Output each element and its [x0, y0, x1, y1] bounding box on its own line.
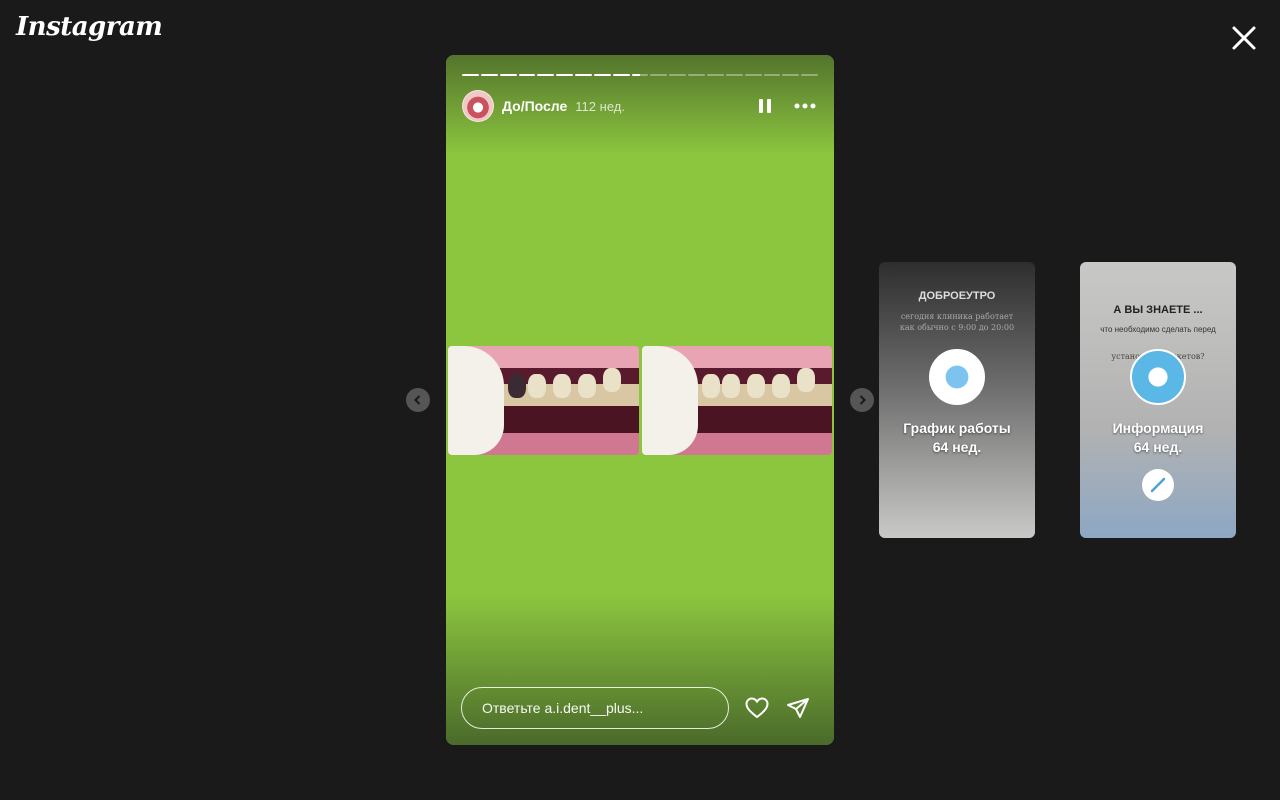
story-time: 112 нед.: [575, 98, 625, 114]
progress-segment: [801, 74, 819, 76]
chevron-left-icon[interactable]: [406, 388, 430, 412]
story-progress: [462, 74, 819, 76]
avatar: [1130, 349, 1186, 405]
story-viewer[interactable]: До/После 112 нед.: [446, 55, 834, 745]
progress-segment: [537, 74, 555, 76]
preview-bg-text: ДОБРОЕУТРО: [918, 290, 996, 302]
progress-segment: [782, 74, 800, 76]
story-footer: [461, 686, 819, 730]
progress-segment: [462, 74, 479, 76]
reply-input[interactable]: [461, 687, 729, 729]
pause-icon[interactable]: [752, 93, 778, 119]
progress-segment: [480, 74, 498, 76]
preview-name: График работы: [903, 420, 1011, 436]
story-header: До/После 112 нед.: [462, 90, 818, 122]
avatar[interactable]: [462, 90, 494, 122]
preview-time: 64 нед.: [1133, 439, 1183, 455]
heart-icon[interactable]: [744, 695, 770, 721]
after-photo: [641, 346, 832, 455]
preview-bg-text: А ВЫ ЗНАЕТЕ ...: [1113, 304, 1203, 316]
progress-segment: [669, 74, 687, 76]
send-icon[interactable]: [785, 695, 811, 721]
story-title[interactable]: До/После: [502, 98, 567, 114]
more-icon[interactable]: [792, 93, 818, 119]
preview-time: 64 нед.: [932, 439, 982, 455]
story-preview-info[interactable]: А ВЫ ЗНАЕТЕ ... что необходимо сделать п…: [1080, 262, 1236, 538]
progress-segment: [499, 74, 517, 76]
avatar: [929, 349, 985, 405]
progress-segment: [631, 74, 649, 76]
story-image: [448, 346, 832, 455]
progress-segment: [612, 74, 630, 76]
before-photo: [448, 346, 639, 455]
chevron-right-icon[interactable]: [850, 388, 874, 412]
progress-segment: [706, 74, 724, 76]
progress-segment: [593, 74, 611, 76]
preview-bg-text: сегодня клиника работает: [900, 312, 1014, 321]
progress-segment: [650, 74, 668, 76]
toothbrush-icon: [1142, 469, 1174, 501]
preview-bg-text: что необходимо сделать перед: [1100, 325, 1216, 334]
progress-segment: [575, 74, 592, 76]
progress-segment: [763, 74, 781, 76]
progress-segment: [556, 74, 574, 76]
close-icon[interactable]: [1228, 22, 1260, 54]
progress-segment: [688, 74, 705, 76]
progress-segment: [744, 74, 762, 76]
preview-name: Информация: [1112, 420, 1204, 436]
instagram-logo[interactable]: Instagram: [16, 12, 163, 42]
preview-bg-text: как обычно с 9:00 до 20:00: [899, 323, 1015, 332]
progress-segment: [518, 74, 536, 76]
progress-segment: [725, 74, 743, 76]
story-preview-schedule[interactable]: ДОБРОЕУТРО сегодня клиника работает как …: [879, 262, 1035, 538]
